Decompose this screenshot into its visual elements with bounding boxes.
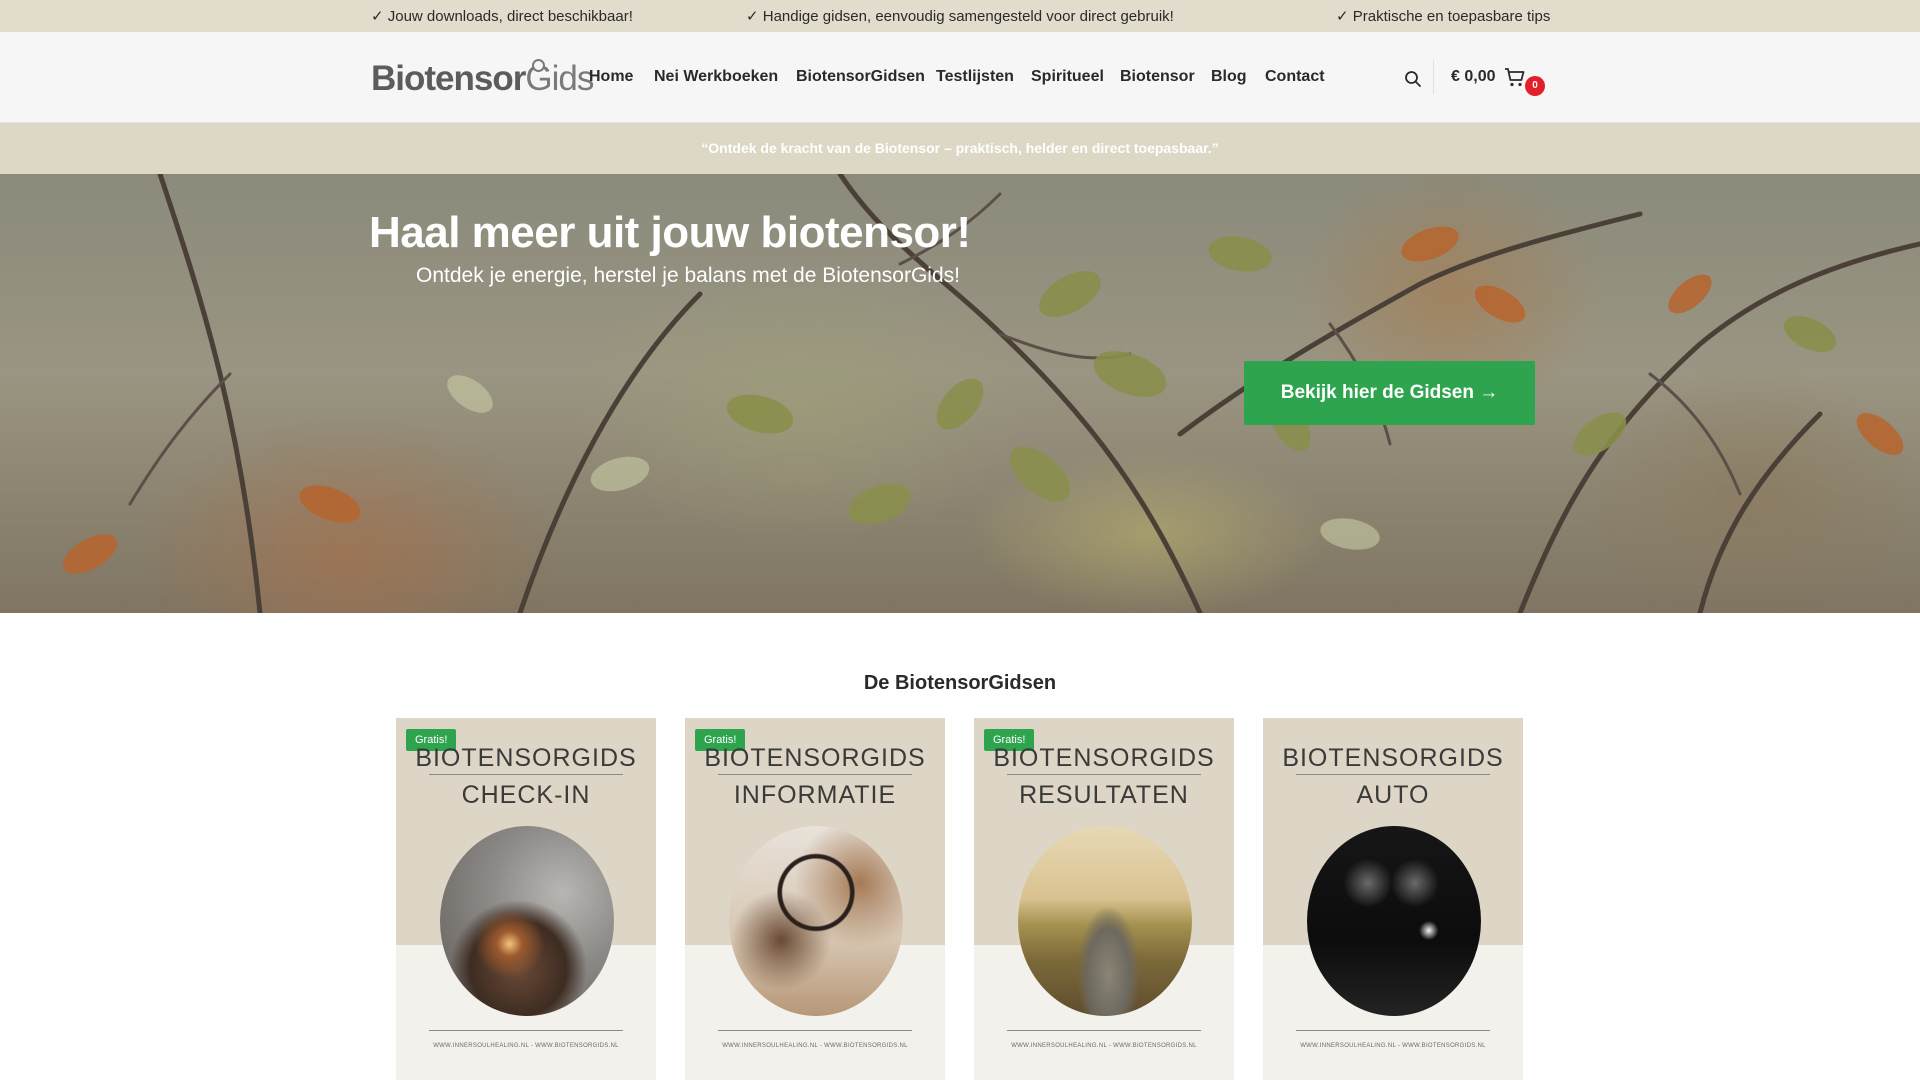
site-logo[interactable]: BiotensorGids bbox=[371, 59, 594, 99]
card-title-line2: CHECK-IN bbox=[461, 781, 591, 809]
card-footer-text: WWW.INNERSOULHEALING.NL - WWW.BIOTENSORG… bbox=[1011, 1043, 1197, 1049]
card-title-line1: BIOTENSORGIDS bbox=[1282, 744, 1504, 772]
top-announcement-bar: ✓ Jouw downloads, direct beschikbaar! ✓ … bbox=[0, 0, 1920, 32]
nav-nei-werkboeken[interactable]: Nei Werkboeken bbox=[654, 68, 778, 86]
card-footer-divider bbox=[1296, 1030, 1490, 1031]
card-image-car-interior bbox=[1307, 826, 1481, 1016]
product-card-check-in[interactable]: Gratis! BIOTENSORGIDS CHECK-IN WWW.INNER… bbox=[396, 718, 656, 1080]
nav-blog[interactable]: Blog bbox=[1211, 68, 1247, 86]
card-title-line1: BIOTENSORGIDS bbox=[415, 744, 637, 772]
search-icon[interactable] bbox=[1403, 69, 1423, 89]
card-title-line1: BIOTENSORGIDS bbox=[704, 744, 926, 772]
card-divider bbox=[1007, 774, 1201, 775]
hero-subtitle: Ontdek je energie, herstel je balans met… bbox=[416, 264, 960, 287]
tagline-text: “Ontdek de kracht van de Biotensor – pra… bbox=[701, 140, 1219, 156]
nav-home[interactable]: Home bbox=[589, 68, 633, 86]
card-title-line2: AUTO bbox=[1356, 781, 1430, 809]
cart-icon[interactable] bbox=[1503, 65, 1527, 89]
view-guides-button[interactable]: Bekijk hier de Gidsen → bbox=[1244, 361, 1535, 425]
usp-gidsen: ✓ Handige gidsen, eenvoudig samengesteld… bbox=[746, 8, 1174, 25]
card-footer-text: WWW.INNERSOULHEALING.NL - WWW.BIOTENSORG… bbox=[433, 1043, 619, 1049]
hero-title: Haal meer uit jouw biotensor! bbox=[369, 208, 971, 257]
nav-testlijsten[interactable]: Testlijsten bbox=[936, 68, 1014, 86]
product-card-resultaten[interactable]: Gratis! BIOTENSORGIDS RESULTATEN WWW.INN… bbox=[974, 718, 1234, 1080]
nav-biotensorgidsen[interactable]: BiotensorGidsen bbox=[796, 68, 925, 86]
product-card-auto[interactable]: BIOTENSORGIDS AUTO WWW.INNERSOULHEALING.… bbox=[1263, 718, 1523, 1080]
cart-count-badge: 0 bbox=[1525, 76, 1545, 96]
logo-text-bold: Biotensor bbox=[371, 59, 526, 98]
site-header: BiotensorGids Home Nei Werkboeken Bioten… bbox=[0, 32, 1920, 123]
card-divider bbox=[1296, 774, 1490, 775]
logo-dot-icon bbox=[532, 59, 545, 72]
card-image-candle bbox=[440, 826, 614, 1016]
usp-tips: ✓ Praktische en toepasbare tips bbox=[1336, 8, 1551, 25]
card-title-line2: RESULTATEN bbox=[1019, 781, 1189, 809]
card-title-line1: BIOTENSORGIDS bbox=[993, 744, 1215, 772]
nav-contact[interactable]: Contact bbox=[1265, 68, 1325, 86]
usp-downloads: ✓ Jouw downloads, direct beschikbaar! bbox=[371, 8, 633, 25]
card-image-road bbox=[1018, 826, 1192, 1016]
card-footer-text: WWW.INNERSOULHEALING.NL - WWW.BIOTENSORG… bbox=[1300, 1043, 1486, 1049]
card-footer-divider bbox=[1007, 1030, 1201, 1031]
card-footer-divider bbox=[429, 1030, 623, 1031]
header-divider bbox=[1433, 60, 1434, 94]
card-divider bbox=[429, 774, 623, 775]
section-title: De BiotensorGidsen bbox=[863, 672, 1057, 694]
cart-total[interactable]: € 0,00 bbox=[1451, 68, 1495, 86]
hero-banner: Haal meer uit jouw biotensor! Ontdek je … bbox=[0, 174, 1920, 613]
card-footer-divider bbox=[718, 1030, 912, 1031]
nav-spiritueel[interactable]: Spiritueel bbox=[1031, 68, 1104, 86]
card-title-line2: INFORMATIE bbox=[733, 781, 897, 809]
nav-biotensor[interactable]: Biotensor bbox=[1120, 68, 1195, 86]
card-footer-text: WWW.INNERSOULHEALING.NL - WWW.BIOTENSORG… bbox=[722, 1043, 908, 1049]
product-card-informatie[interactable]: Gratis! BIOTENSORGIDS INFORMATIE WWW.INN… bbox=[685, 718, 945, 1080]
tagline-bar: “Ontdek de kracht van de Biotensor – pra… bbox=[0, 123, 1920, 174]
card-image-dreamcatcher bbox=[729, 826, 903, 1016]
card-divider bbox=[718, 774, 912, 775]
